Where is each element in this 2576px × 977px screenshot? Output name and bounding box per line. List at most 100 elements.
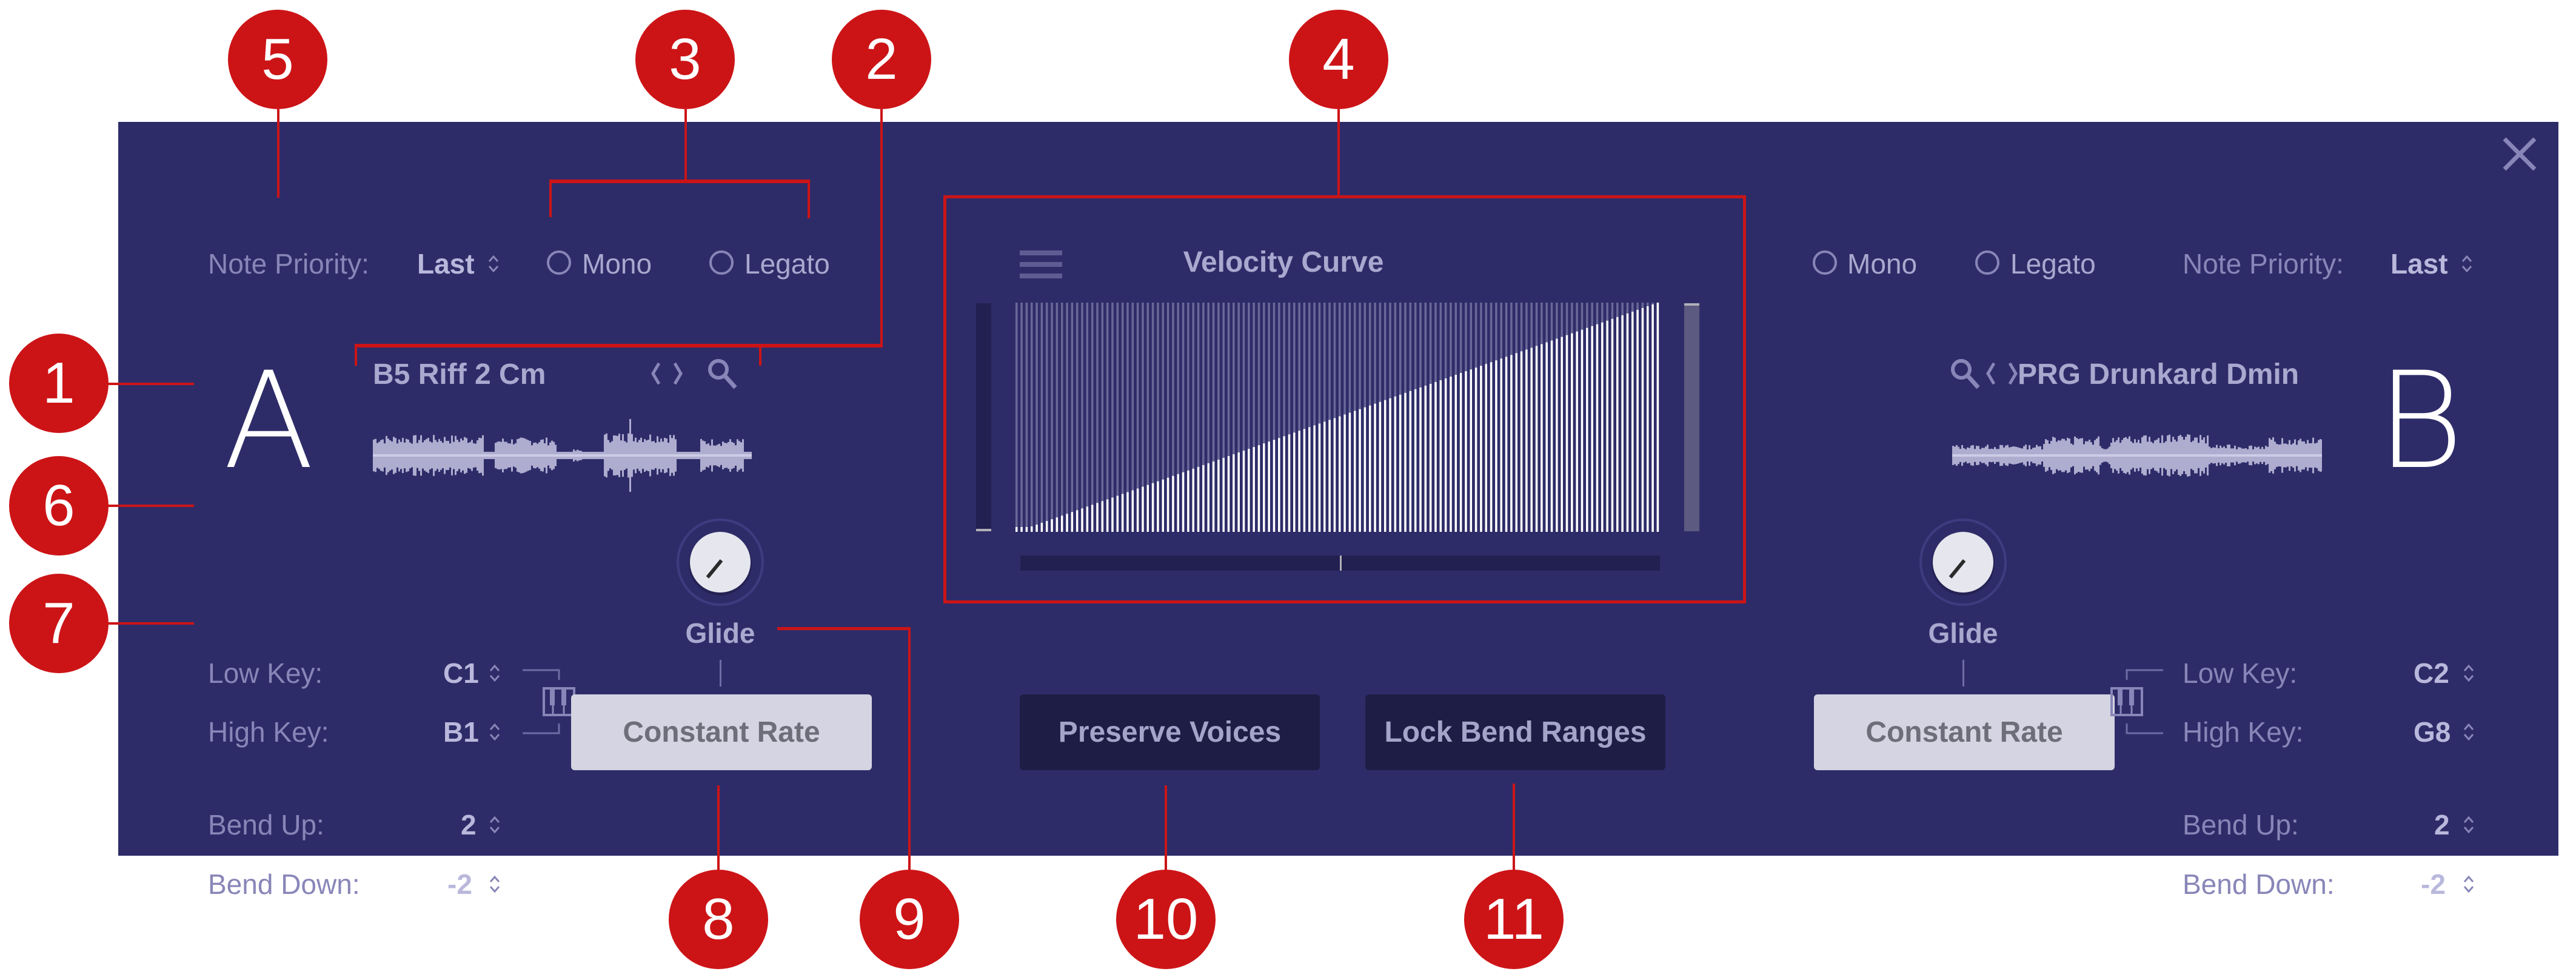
constant-rate-button-a[interactable]: Constant Rate [571, 694, 872, 770]
waveform-sample [2087, 441, 2089, 470]
waveform-sample [2234, 445, 2236, 466]
waveform-sample [2094, 440, 2096, 471]
waveform-sample [2067, 437, 2069, 474]
waveform-sample [2063, 438, 2065, 472]
low-key-stepper-a[interactable] [488, 661, 501, 685]
search-icon[interactable] [706, 357, 740, 391]
bend-down-stepper-b[interactable] [2462, 872, 2475, 896]
bend-down-stepper-a[interactable] [488, 872, 501, 896]
high-key-value-b[interactable]: G8 [2414, 718, 2451, 746]
waveform-sample [557, 452, 558, 459]
waveform-sample [664, 437, 666, 474]
low-key-value-a[interactable]: C1 [443, 659, 479, 687]
preserve-voices-button[interactable]: Preserve Voices [1020, 694, 1320, 770]
bend-up-stepper-a[interactable] [488, 813, 501, 837]
waveform-sample [2059, 440, 2061, 471]
glide-knob-a[interactable] [675, 517, 766, 608]
bend-down-value-a[interactable]: -2 [447, 870, 472, 898]
prev-next-arrows-a[interactable] [651, 357, 699, 390]
waveform-sample [2089, 440, 2090, 471]
note-priority-stepper-a[interactable] [487, 252, 500, 276]
waveform-sample [547, 445, 549, 466]
high-key-stepper-a[interactable] [488, 720, 501, 744]
bend-up-stepper-b[interactable] [2462, 813, 2475, 837]
waveform-sample [451, 435, 453, 475]
waveform-sample [393, 437, 395, 474]
waveform-sample [2285, 443, 2287, 468]
waveform-sample [2101, 448, 2103, 463]
waveform-sample [686, 452, 687, 459]
key-range-link-icon-b[interactable] [2104, 668, 2164, 736]
mono-radio-a[interactable] [547, 250, 571, 275]
waveform-sample [2072, 445, 2074, 466]
part-b-letter: B [2377, 343, 2464, 499]
waveform-sample [398, 439, 400, 472]
legato-radio-a[interactable] [709, 250, 734, 275]
waveform-sample [2238, 447, 2240, 464]
waveform-sample [2090, 442, 2092, 469]
callout-line-7 [107, 622, 194, 625]
bend-down-value-b[interactable]: -2 [2421, 870, 2446, 898]
waveform-sample [671, 438, 673, 473]
waveform-sample [551, 440, 553, 471]
bend-up-value-a[interactable]: 2 [461, 811, 477, 839]
search-icon-b[interactable] [1949, 357, 1983, 391]
waveform-sample [442, 442, 444, 469]
high-key-value-a[interactable]: B1 [443, 718, 479, 746]
waveform-sample [606, 433, 607, 478]
waveform-sample [2001, 445, 2003, 466]
waveform-sample [2181, 437, 2183, 474]
callout-line-5 [277, 109, 279, 198]
waveform-sample [2294, 439, 2296, 472]
callout-line-1 [107, 383, 194, 385]
bend-up-value-b[interactable]: 2 [2434, 811, 2450, 839]
waveform-sample [675, 439, 677, 472]
waveform-sample [613, 435, 615, 475]
waveform-sample [426, 438, 427, 472]
lock-bend-ranges-button[interactable]: Lock Bend Ranges [1365, 694, 1665, 770]
waveform-sample [1954, 446, 1956, 465]
waveform-sample [1961, 445, 1963, 466]
low-key-value-b[interactable]: C2 [2414, 659, 2449, 687]
waveform-sample [704, 441, 706, 470]
waveform-sample [477, 440, 478, 471]
waveform-sample [2316, 443, 2318, 468]
waveform-sample [2058, 440, 2059, 471]
waveform-sample [487, 452, 489, 459]
close-icon[interactable] [2501, 135, 2538, 173]
waveform-sample [1959, 449, 1961, 462]
low-key-label-b: Low Key: [2183, 657, 2298, 689]
waveform-sample [473, 443, 475, 468]
waveform-sample [2147, 441, 2149, 469]
waveform-sample [589, 452, 591, 459]
waveform-sample [2236, 449, 2238, 462]
waveform-sample [482, 435, 484, 476]
waveform-sample [455, 435, 457, 475]
waveform-sample [2174, 439, 2176, 472]
waveform-sample [420, 435, 422, 476]
constant-rate-button-b[interactable]: Constant Rate [1814, 694, 2115, 770]
bend-down-label-a: Bend Down: [208, 868, 360, 900]
waveform-sample [391, 441, 393, 470]
low-key-stepper-b[interactable] [2462, 661, 2475, 685]
waveform-sample [2227, 445, 2229, 466]
note-priority-value-a[interactable]: Last [417, 250, 475, 278]
waveform-sample [1996, 449, 1998, 462]
waveform-sample [2270, 440, 2272, 471]
note-priority-value-b[interactable]: Last [2390, 250, 2448, 278]
waveform-sample [598, 452, 600, 459]
waveform-sample [642, 442, 644, 469]
high-key-stepper-b[interactable] [2462, 720, 2475, 744]
waveform-sample [458, 441, 460, 469]
legato-radio-b[interactable] [1975, 250, 1999, 275]
waveform-sample [493, 452, 495, 459]
waveform-sample [722, 441, 724, 469]
waveform-sample [751, 452, 752, 459]
next-sample-icon [673, 362, 683, 385]
callout-badge-5: 5 [228, 10, 327, 109]
waveform-sample [475, 443, 477, 468]
mono-radio-b[interactable] [1813, 250, 1837, 275]
waveform-sample [435, 440, 437, 471]
glide-knob-b[interactable] [1918, 517, 2009, 608]
note-priority-stepper-b[interactable] [2460, 252, 2474, 276]
